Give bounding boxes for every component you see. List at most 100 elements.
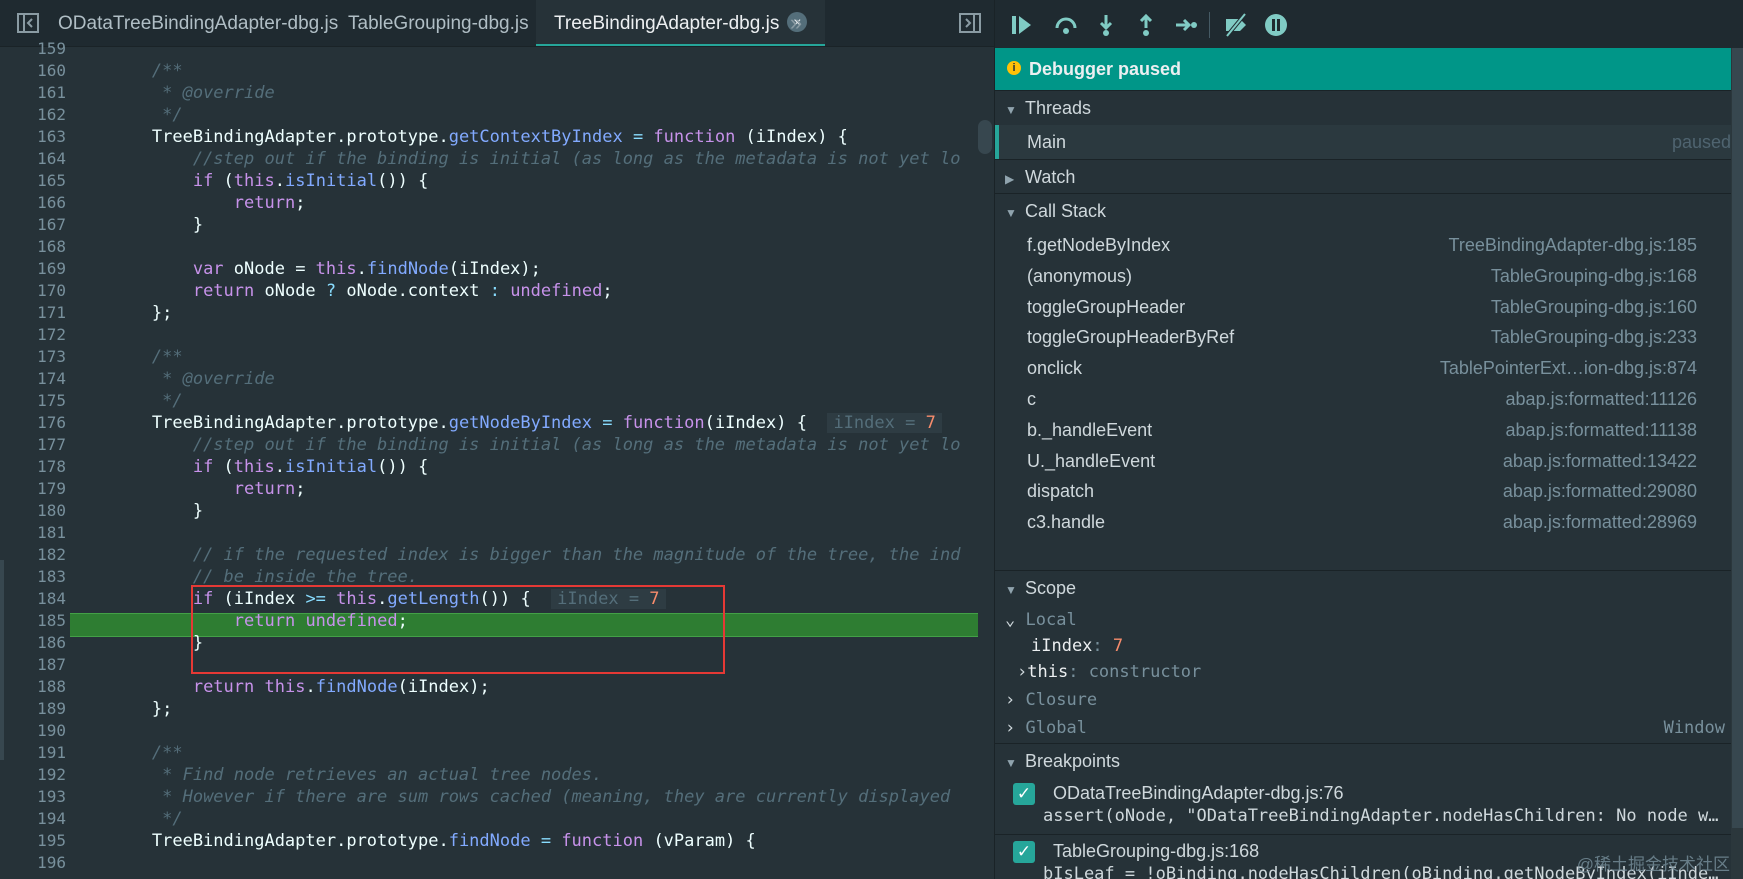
toggle-debugger-icon[interactable] [958,11,982,35]
code-line: return this.findNode(iIndex); [70,676,980,698]
code-line: }; [70,302,980,324]
line-number[interactable]: 159 [0,38,66,60]
scope-local-header[interactable]: ⌄ Local [995,607,1731,633]
line-number[interactable]: 164 [0,148,66,170]
frame-location: abap.js:formatted:29080 [1502,481,1697,502]
checkbox-checked-icon[interactable]: ✓ [1013,841,1035,863]
line-number[interactable]: 182 [0,544,66,566]
call-stack-frame[interactable]: toggleGroupHeader TableGrouping-dbg.js:16… [995,290,1731,324]
code-line: /** [70,60,980,82]
line-number[interactable]: 173 [0,346,66,368]
line-number[interactable]: 191 [0,742,66,764]
line-number[interactable]: 193 [0,786,66,808]
line-number[interactable]: 186 [0,632,66,654]
line-number[interactable]: 184 [0,588,66,610]
line-number[interactable]: 171 [0,302,66,324]
line-number[interactable]: 188 [0,676,66,698]
line-number[interactable]: 168 [0,236,66,258]
line-number[interactable]: 185 [0,610,66,632]
code-line: TreeBindingAdapter.prototype.getContextB… [70,126,980,148]
section-title: Scope [1025,578,1077,598]
step-out-icon[interactable] [1133,12,1159,38]
line-number[interactable]: 183 [0,566,66,588]
call-stack-frame[interactable]: U._handleEvent abap.js:formatted:13422 [995,444,1731,478]
call-stack-frame[interactable]: b._handleEvent abap.js:formatted:11138 [995,413,1731,447]
step-icon[interactable] [1173,12,1199,38]
resume-icon[interactable] [1009,12,1035,38]
step-over-icon[interactable] [1053,12,1079,38]
line-number[interactable]: 169 [0,258,66,280]
line-number[interactable]: 165 [0,170,66,192]
code-area[interactable]: /** * @override */ TreeBindingAdapter.pr… [70,46,978,879]
thread-name: Main [1027,132,1067,152]
code-token: (iIndex); [448,259,541,279]
call-stack-frame[interactable]: dispatch abap.js:formatted:29080 [995,474,1731,508]
line-number[interactable]: 192 [0,764,66,786]
line-number[interactable]: 175 [0,390,66,412]
line-number[interactable]: 187 [0,654,66,676]
line-number[interactable]: 174 [0,368,66,390]
line-number-gutter[interactable]: 159 160 161 162 163 164 165 166 167 168 169 170 171 1… [0,39,70,879]
more-tabs-button[interactable]: » [784,11,808,35]
debugger-scrollbar[interactable] [1731,48,1743,879]
line-number[interactable]: 160 [0,60,66,82]
line-number[interactable]: 172 [0,324,66,346]
line-number[interactable]: 179 [0,478,66,500]
thread-main[interactable]: Main paused [995,125,1735,159]
threads-section-header[interactable]: ▼ Threads [995,90,1731,125]
breakpoint-item[interactable]: ✓ ODataTreeBindingAdapter-dbg.js:76 asse… [995,777,1731,831]
code-line: * Find node retrieves an actual tree nod… [70,764,980,786]
scope-closure[interactable]: › Closure [995,687,1731,713]
scope-global[interactable]: › Global Window [995,715,1731,741]
inline-value-hint: iIndex = 7 [827,413,942,433]
step-into-icon[interactable] [1093,12,1119,38]
frame-location: abap.js:formatted:28969 [1502,512,1697,533]
scope-global-label: Global [1025,718,1087,738]
checkbox-checked-icon[interactable]: ✓ [1013,783,1035,805]
line-number[interactable]: 176 [0,412,66,434]
scope-section-header[interactable]: ▼ Scope [995,570,1731,605]
code-token: function [561,831,644,851]
line-number[interactable]: 170 [0,280,66,302]
call-stack-section-header[interactable]: ▼ Call Stack [995,193,1731,228]
call-stack-frame[interactable]: onclick TablePointerExt…ion-dbg.js:874 [995,351,1731,385]
code-token: var [192,259,224,279]
code-token: isInitial [285,457,378,477]
inline-var-value: 7 [925,413,936,433]
line-number[interactable]: 196 [0,852,66,874]
line-number[interactable]: 180 [0,500,66,522]
line-number[interactable]: 166 [0,192,66,214]
line-number[interactable]: 177 [0,434,66,456]
line-number[interactable]: 167 [0,214,66,236]
watch-section-header[interactable]: ▶ Watch [995,159,1731,194]
line-number[interactable]: 178 [0,456,66,478]
line-number[interactable]: 195 [0,830,66,852]
debugger-scrollbar-thumb[interactable] [1732,48,1743,828]
breakpoints-section-header[interactable]: ▼ Breakpoints [995,743,1731,778]
scope-var-this[interactable]: ›this: constructor [995,659,1731,685]
frame-function: c [1027,389,1036,409]
line-number[interactable]: 161 [0,82,66,104]
line-number[interactable]: 163 [0,126,66,148]
toggle-navigator-icon[interactable] [16,11,40,35]
pause-on-exceptions-icon[interactable] [1263,12,1289,38]
editor-scrollbar-thumb[interactable] [978,120,992,154]
call-stack-frame[interactable]: toggleGroupHeaderByRef TableGrouping-dbg.… [995,320,1731,354]
call-stack-frame[interactable]: c3.handle abap.js:formatted:28969 [995,505,1731,539]
call-stack-frame[interactable]: (anonymous) TableGrouping-dbg.js:168 [995,259,1731,293]
code-line: // if the requested index is bigger than… [70,544,980,566]
line-number[interactable]: 181 [0,522,66,544]
line-number[interactable]: 190 [0,720,66,742]
scope-var-iindex[interactable]: iIndex: 7 [995,633,1731,659]
caret-down-icon: ▼ [1005,583,1017,597]
call-stack-frame[interactable]: f.getNodeByIndex TreeBindingAdapter-dbg.j… [995,228,1731,262]
deactivate-breakpoints-icon[interactable] [1223,12,1249,38]
call-stack-frame[interactable]: c abap.js:formatted:11126 [995,382,1731,416]
code-token: findNode [366,259,449,279]
line-number[interactable]: 189 [0,698,66,720]
line-number[interactable]: 162 [0,104,66,126]
code-line: }; [70,698,980,720]
tab-label: ODataTreeBindingAdapter-dbg.js [58,13,339,34]
line-number[interactable]: 194 [0,808,66,830]
